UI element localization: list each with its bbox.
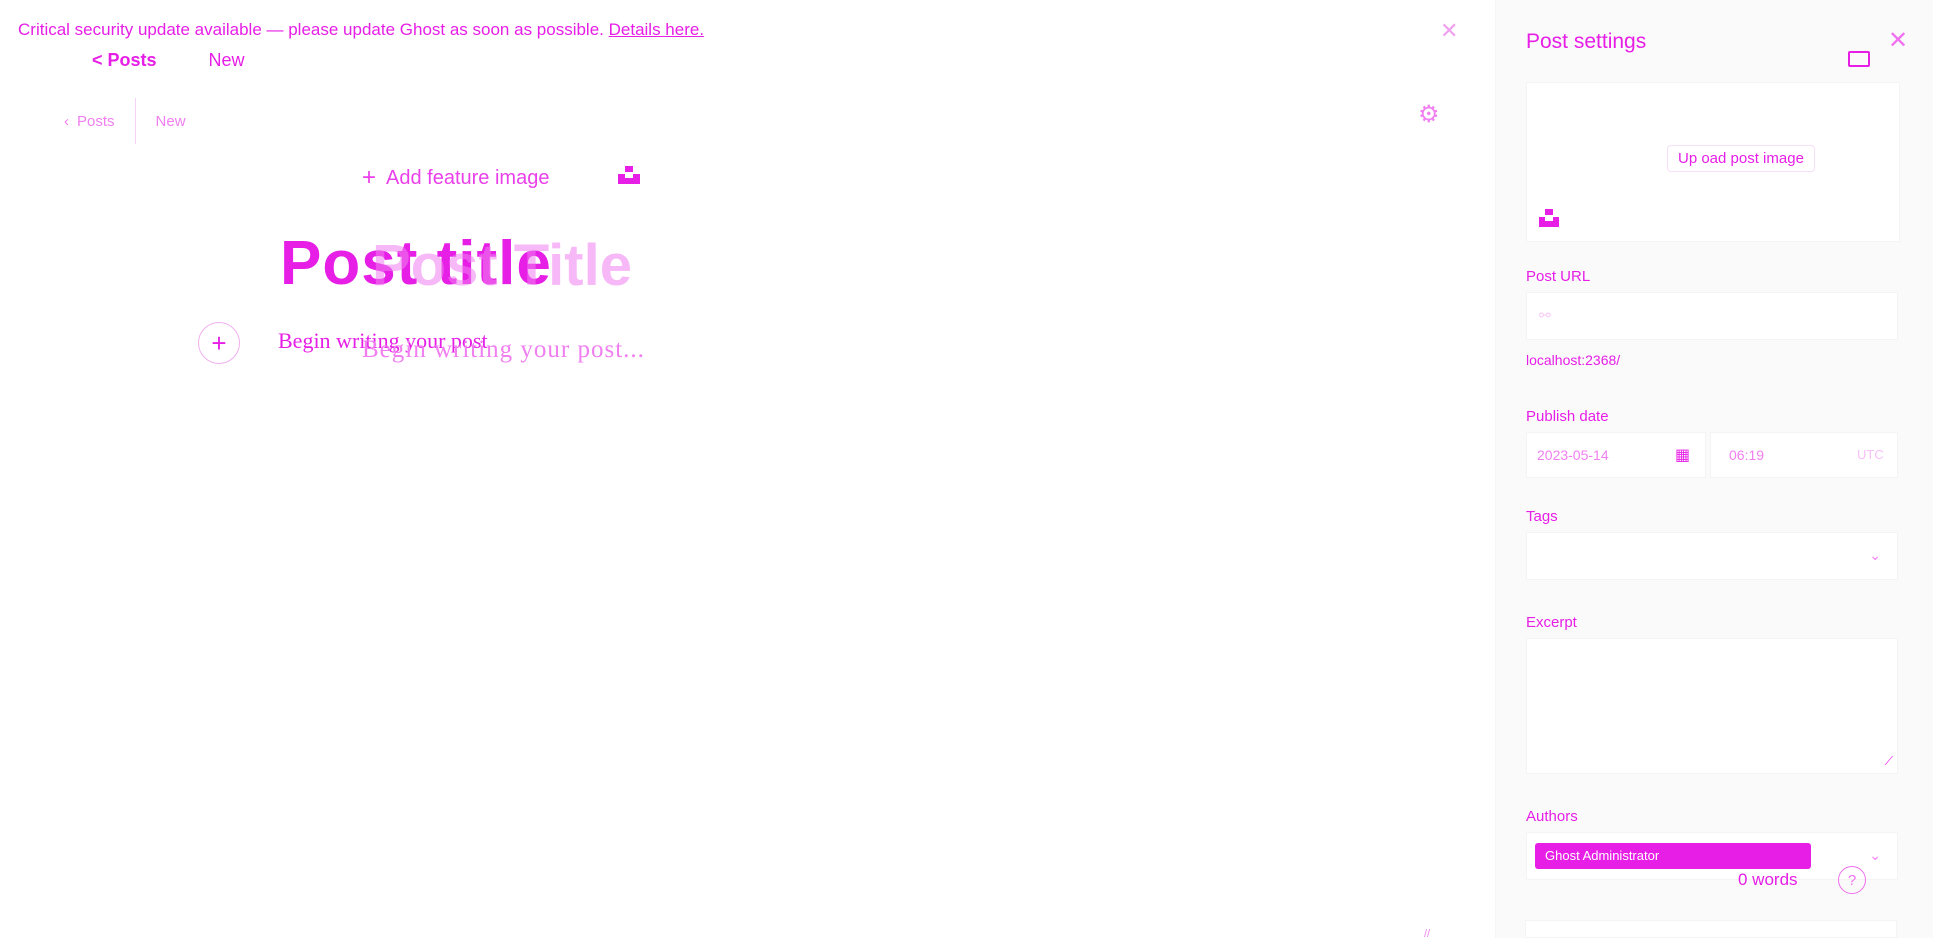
publish-time-input[interactable]: 06:19 UTC <box>1710 432 1898 478</box>
post-body-ghost: Begin writing your post... <box>362 336 645 363</box>
chevron-left-icon: ‹ <box>64 112 69 130</box>
unsplash-icon[interactable] <box>618 166 640 184</box>
post-url-label: Post URL <box>1526 268 1591 285</box>
chevron-down-icon: ⌄ <box>1869 547 1881 563</box>
breadcrumb: ‹ Posts New <box>44 98 206 144</box>
publish-date-value: 2023-05-14 <box>1537 447 1609 463</box>
banner-details-link[interactable]: Details here. <box>609 20 704 39</box>
security-banner: Critical security update available — ple… <box>18 20 704 40</box>
excerpt-textarea[interactable]: ⟋ <box>1526 638 1898 774</box>
author-chip[interactable]: Ghost Administrator <box>1535 843 1811 869</box>
ghost-back-link: < Posts <box>92 50 157 70</box>
tags-label: Tags <box>1526 508 1558 525</box>
posts-link-label: Posts <box>77 112 115 130</box>
add-feature-image-label: Add feature image <box>386 166 550 189</box>
post-title-ghost: Post Title <box>372 233 632 298</box>
close-icon[interactable]: ✕ <box>1888 26 1908 55</box>
post-image-dropzone[interactable]: Up oad post image <box>1526 82 1900 242</box>
tags-input[interactable]: ⌄ <box>1526 532 1898 580</box>
post-url-hint: localhost:2368/ <box>1526 352 1621 368</box>
post-status: New <box>155 112 186 130</box>
posts-back-link[interactable]: ‹ Posts <box>44 104 135 138</box>
help-button[interactable]: ? <box>1838 866 1866 894</box>
timezone-label: UTC <box>1857 447 1884 462</box>
word-count: 0 words <box>1738 870 1798 889</box>
publish-date-label: Publish date <box>1526 408 1609 425</box>
chevron-down-icon: ⌄ <box>1869 847 1881 863</box>
calendar-icon: ▦ <box>1675 447 1691 464</box>
ghost-breadcrumb: < Posts New <box>92 50 245 71</box>
resize-handle-icon[interactable]: ⟋ <box>1885 754 1893 769</box>
ghost-status: New <box>208 50 245 70</box>
close-icon[interactable]: ✕ <box>1440 18 1458 44</box>
publish-time-value: 06:19 <box>1729 447 1765 463</box>
add-card-button[interactable]: + <box>198 322 240 364</box>
plus-icon: + <box>362 164 377 191</box>
add-feature-image-button[interactable]: + Add feature image <box>362 164 549 192</box>
authors-label: Authors <box>1526 808 1578 825</box>
gear-icon[interactable]: ⚙ <box>1418 100 1440 129</box>
publish-date-input[interactable]: 2023-05-14 ▦ <box>1526 432 1706 478</box>
corner-indicator: // <box>1424 928 1431 940</box>
unsplash-icon[interactable] <box>1539 209 1559 227</box>
sidebar-toggle-icon[interactable] <box>1848 51 1870 67</box>
panel-title: Post settings <box>1526 30 1647 53</box>
editor-area: Critical security update available — ple… <box>0 0 1495 940</box>
plus-icon: + <box>211 327 227 358</box>
excerpt-label: Excerpt <box>1526 614 1577 631</box>
link-icon: ⚯ <box>1539 307 1551 323</box>
post-settings-panel: Post settings ✕ Up oad post image Post U… <box>1495 0 1933 938</box>
next-field-box <box>1525 920 1897 938</box>
banner-message: Critical security update available — ple… <box>18 20 604 39</box>
upload-post-image-button[interactable]: Up oad post image <box>1667 145 1815 172</box>
post-url-input[interactable]: ⚯ <box>1526 292 1898 340</box>
